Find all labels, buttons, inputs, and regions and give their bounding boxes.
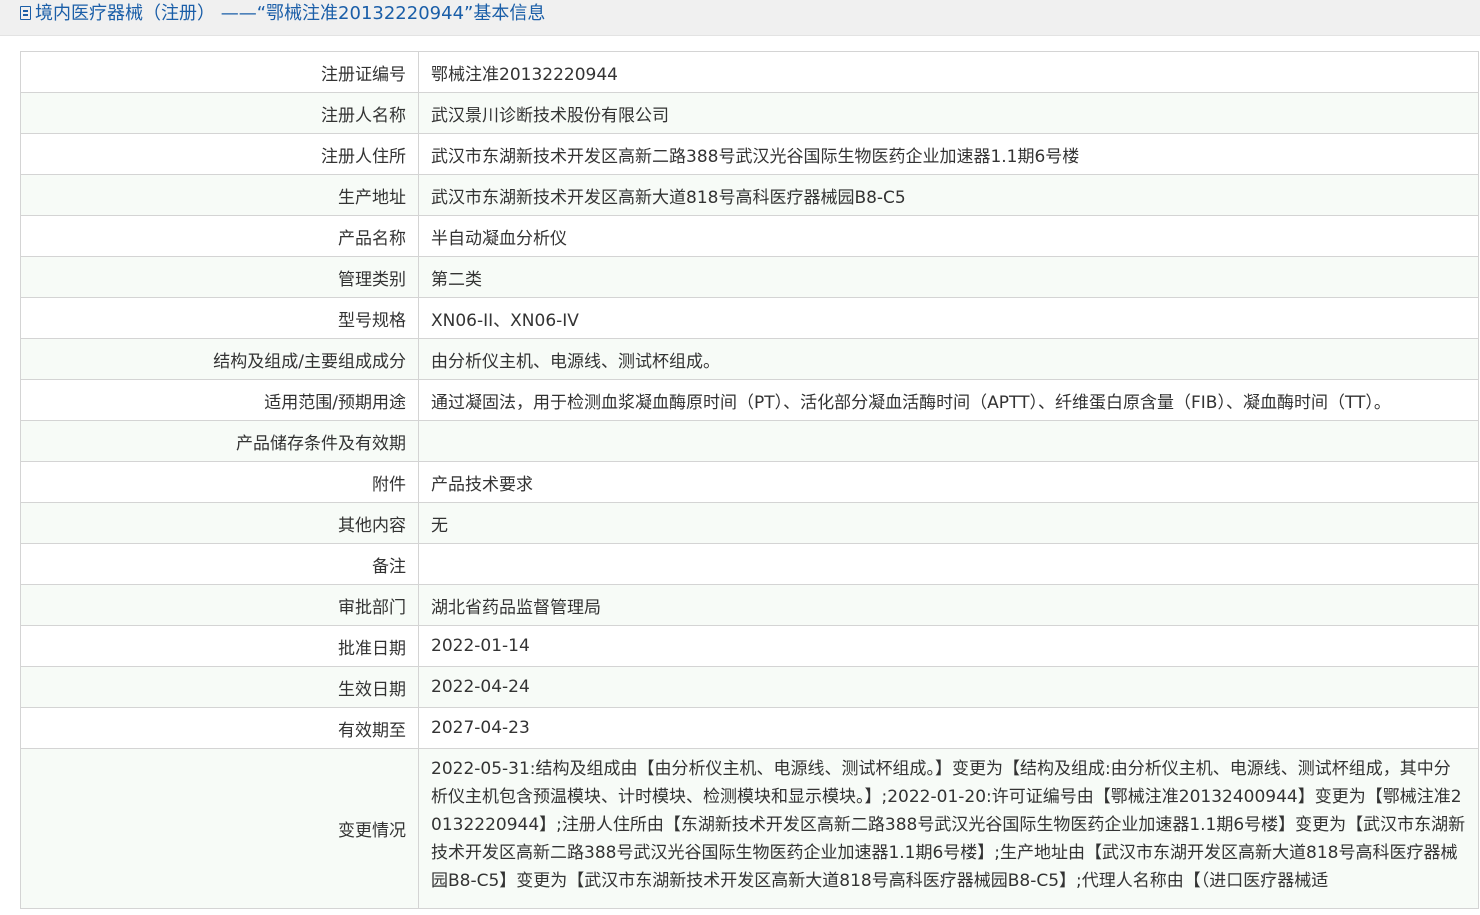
row-value — [418, 420, 1479, 462]
table-row: 产品名称 半自动凝血分析仪 — [20, 215, 1479, 257]
table-row: 有效期至 2027-04-23 — [20, 707, 1479, 749]
row-label: 结构及组成/主要组成成分 — [20, 338, 419, 380]
row-value: 武汉景川诊断技术股份有限公司 — [418, 92, 1479, 134]
row-label: 变更情况 — [20, 748, 419, 909]
row-label: 备注 — [20, 543, 419, 585]
row-label: 附件 — [20, 461, 419, 503]
row-label: 产品名称 — [20, 215, 419, 257]
table-row: 注册人住所 武汉市东湖新技术开发区高新二路388号武汉光谷国际生物医药企业加速器… — [20, 133, 1479, 175]
row-value: 2022-04-24 — [418, 666, 1479, 708]
table-row: 其他内容 无 — [20, 502, 1479, 544]
page-header: 境内医疗器械（注册） ——“鄂械注准20132220944”基本信息 — [0, 0, 1480, 36]
table-row: 备注 — [20, 543, 1479, 585]
row-label: 批准日期 — [20, 625, 419, 667]
row-value: 湖北省药品监督管理局 — [418, 584, 1479, 626]
row-label: 适用范围/预期用途 — [20, 379, 419, 421]
table-row: 适用范围/预期用途 通过凝固法，用于检测血浆凝血酶原时间（PT）、活化部分凝血活… — [20, 379, 1479, 421]
row-value: 2022-01-14 — [418, 625, 1479, 667]
document-icon — [20, 6, 31, 20]
row-value: 武汉市东湖新技术开发区高新二路388号武汉光谷国际生物医药企业加速器1.1期6号… — [418, 133, 1479, 175]
row-value: XN06-II、XN06-IV — [418, 297, 1479, 339]
row-label: 注册人名称 — [20, 92, 419, 134]
table-row: 生产地址 武汉市东湖新技术开发区高新大道818号高科医疗器械园B8-C5 — [20, 174, 1479, 216]
row-label: 注册证编号 — [20, 51, 419, 93]
row-label: 注册人住所 — [20, 133, 419, 175]
row-label: 有效期至 — [20, 707, 419, 749]
page-title-text: 境内医疗器械（注册） ——“鄂械注准20132220944”基本信息 — [35, 3, 546, 24]
table-row: 注册人名称 武汉景川诊断技术股份有限公司 — [20, 92, 1479, 134]
page-title: 境内医疗器械（注册） ——“鄂械注准20132220944”基本信息 — [20, 2, 545, 26]
row-label: 审批部门 — [20, 584, 419, 626]
table-row: 管理类别 第二类 — [20, 256, 1479, 298]
table-row: 批准日期 2022-01-14 — [20, 625, 1479, 667]
row-label: 其他内容 — [20, 502, 419, 544]
row-value — [418, 543, 1479, 585]
row-value: 武汉市东湖新技术开发区高新大道818号高科医疗器械园B8-C5 — [418, 174, 1479, 216]
row-value: 无 — [418, 502, 1479, 544]
table-row: 型号规格 XN06-II、XN06-IV — [20, 297, 1479, 339]
row-label: 产品储存条件及有效期 — [20, 420, 419, 462]
row-value: 通过凝固法，用于检测血浆凝血酶原时间（PT）、活化部分凝血活酶时间（APTT）、… — [418, 379, 1479, 421]
row-label: 生产地址 — [20, 174, 419, 216]
table-row: 审批部门 湖北省药品监督管理局 — [20, 584, 1479, 626]
table-row: 变更情况 2022-05-31:结构及组成由【由分析仪主机、电源线、测试杯组成。… — [20, 748, 1479, 909]
row-value: 产品技术要求 — [418, 461, 1479, 503]
row-label: 管理类别 — [20, 256, 419, 298]
row-label: 型号规格 — [20, 297, 419, 339]
table-row: 产品储存条件及有效期 — [20, 420, 1479, 462]
basic-info-table: 注册证编号 鄂械注准20132220944 注册人名称 武汉景川诊断技术股份有限… — [20, 51, 1479, 909]
row-value: 2022-05-31:结构及组成由【由分析仪主机、电源线、测试杯组成。】变更为【… — [418, 748, 1479, 909]
table-row: 生效日期 2022-04-24 — [20, 666, 1479, 708]
row-label: 生效日期 — [20, 666, 419, 708]
table-row: 注册证编号 鄂械注准20132220944 — [20, 51, 1479, 93]
row-value: 第二类 — [418, 256, 1479, 298]
table-row: 附件 产品技术要求 — [20, 461, 1479, 503]
row-value: 鄂械注准20132220944 — [418, 51, 1479, 93]
row-value: 2027-04-23 — [418, 707, 1479, 749]
row-value: 半自动凝血分析仪 — [418, 215, 1479, 257]
row-value: 由分析仪主机、电源线、测试杯组成。 — [418, 338, 1479, 380]
table-row: 结构及组成/主要组成成分 由分析仪主机、电源线、测试杯组成。 — [20, 338, 1479, 380]
